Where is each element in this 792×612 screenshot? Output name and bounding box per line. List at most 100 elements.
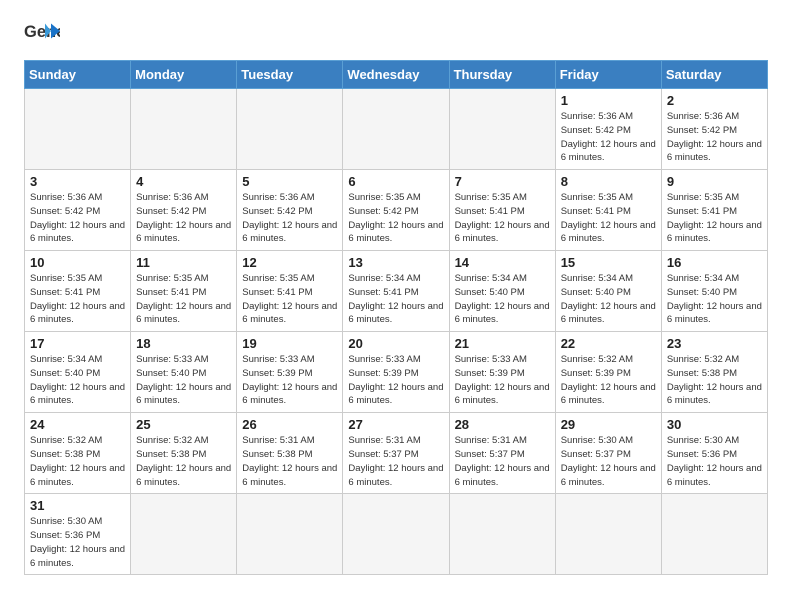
- calendar-cell: 1 Sunrise: 5:36 AM Sunset: 5:42 PM Daylig…: [555, 89, 661, 170]
- day-info: Sunrise: 5:35 AM Sunset: 5:41 PM Dayligh…: [455, 191, 550, 246]
- weekday-header-thursday: Thursday: [449, 61, 555, 89]
- calendar-cell: 17 Sunrise: 5:34 AM Sunset: 5:40 PM Dayli…: [25, 332, 131, 413]
- calendar-cell: 24Sunrise: 5:32 AM Sunset: 5:38 PM Dayli…: [25, 413, 131, 494]
- weekday-header-sunday: Sunday: [25, 61, 131, 89]
- day-info: Sunrise: 5:33 AM Sunset: 5:39 PM Dayligh…: [348, 353, 443, 408]
- day-info: Sunrise: 5:36 AM Sunset: 5:42 PM Dayligh…: [30, 191, 125, 246]
- day-info: Sunrise: 5:36 AM Sunset: 5:42 PM Dayligh…: [136, 191, 231, 246]
- calendar-cell: [449, 89, 555, 170]
- day-info: Sunrise: 5:31 AM Sunset: 5:38 PM Dayligh…: [242, 434, 337, 489]
- calendar-cell: 21 Sunrise: 5:33 AM Sunset: 5:39 PM Dayli…: [449, 332, 555, 413]
- day-info: Sunrise: 5:34 AM Sunset: 5:40 PM Dayligh…: [561, 272, 656, 327]
- logo: General: [24, 20, 64, 48]
- day-info: Sunrise: 5:34 AM Sunset: 5:40 PM Dayligh…: [667, 272, 762, 327]
- day-number: 25: [136, 417, 231, 432]
- day-number: 2: [667, 93, 762, 108]
- day-number: 7: [455, 174, 550, 189]
- calendar-cell: 6 Sunrise: 5:35 AM Sunset: 5:42 PM Daylig…: [343, 170, 449, 251]
- day-number: 26: [242, 417, 337, 432]
- day-info: Sunrise: 5:34 AM Sunset: 5:41 PM Dayligh…: [348, 272, 443, 327]
- day-number: 17: [30, 336, 125, 351]
- day-info: Sunrise: 5:30 AM Sunset: 5:36 PM Dayligh…: [30, 515, 125, 570]
- calendar-table: SundayMondayTuesdayWednesdayThursdayFrid…: [24, 60, 768, 575]
- calendar-cell: 23 Sunrise: 5:32 AM Sunset: 5:38 PM Dayli…: [661, 332, 767, 413]
- calendar-cell: 7 Sunrise: 5:35 AM Sunset: 5:41 PM Daylig…: [449, 170, 555, 251]
- day-number: 12: [242, 255, 337, 270]
- calendar-cell: [237, 494, 343, 575]
- day-info: Sunrise: 5:35 AM Sunset: 5:42 PM Dayligh…: [348, 191, 443, 246]
- calendar-cell: [555, 494, 661, 575]
- day-number: 15: [561, 255, 656, 270]
- day-info: Sunrise: 5:34 AM Sunset: 5:40 PM Dayligh…: [455, 272, 550, 327]
- calendar-header: General: [24, 20, 768, 48]
- day-info: Sunrise: 5:33 AM Sunset: 5:39 PM Dayligh…: [242, 353, 337, 408]
- day-info: Sunrise: 5:35 AM Sunset: 5:41 PM Dayligh…: [667, 191, 762, 246]
- day-number: 30: [667, 417, 762, 432]
- day-info: Sunrise: 5:34 AM Sunset: 5:40 PM Dayligh…: [30, 353, 125, 408]
- day-info: Sunrise: 5:30 AM Sunset: 5:36 PM Dayligh…: [667, 434, 762, 489]
- calendar-cell: 12 Sunrise: 5:35 AM Sunset: 5:41 PM Dayli…: [237, 251, 343, 332]
- calendar-cell: 14 Sunrise: 5:34 AM Sunset: 5:40 PM Dayli…: [449, 251, 555, 332]
- day-info: Sunrise: 5:32 AM Sunset: 5:39 PM Dayligh…: [561, 353, 656, 408]
- calendar-cell: 13Sunrise: 5:34 AM Sunset: 5:41 PM Dayli…: [343, 251, 449, 332]
- day-number: 14: [455, 255, 550, 270]
- calendar-cell: 8Sunrise: 5:35 AM Sunset: 5:41 PM Daylig…: [555, 170, 661, 251]
- day-info: Sunrise: 5:32 AM Sunset: 5:38 PM Dayligh…: [136, 434, 231, 489]
- calendar-cell: [449, 494, 555, 575]
- day-number: 23: [667, 336, 762, 351]
- day-number: 9: [667, 174, 762, 189]
- day-number: 18: [136, 336, 231, 351]
- day-info: Sunrise: 5:36 AM Sunset: 5:42 PM Dayligh…: [667, 110, 762, 165]
- day-number: 5: [242, 174, 337, 189]
- calendar-cell: [25, 89, 131, 170]
- calendar-cell: 2 Sunrise: 5:36 AM Sunset: 5:42 PM Daylig…: [661, 89, 767, 170]
- calendar-cell: 25 Sunrise: 5:32 AM Sunset: 5:38 PM Dayli…: [131, 413, 237, 494]
- calendar-cell: 22Sunrise: 5:32 AM Sunset: 5:39 PM Dayli…: [555, 332, 661, 413]
- day-number: 1: [561, 93, 656, 108]
- calendar-cell: [237, 89, 343, 170]
- day-number: 3: [30, 174, 125, 189]
- day-number: 10: [30, 255, 125, 270]
- calendar-cell: 18Sunrise: 5:33 AM Sunset: 5:40 PM Dayli…: [131, 332, 237, 413]
- day-info: Sunrise: 5:36 AM Sunset: 5:42 PM Dayligh…: [242, 191, 337, 246]
- calendar-cell: 16 Sunrise: 5:34 AM Sunset: 5:40 PM Dayli…: [661, 251, 767, 332]
- calendar-cell: 29 Sunrise: 5:30 AM Sunset: 5:37 PM Dayli…: [555, 413, 661, 494]
- calendar-cell: 5 Sunrise: 5:36 AM Sunset: 5:42 PM Daylig…: [237, 170, 343, 251]
- day-number: 29: [561, 417, 656, 432]
- day-number: 6: [348, 174, 443, 189]
- calendar-cell: 15 Sunrise: 5:34 AM Sunset: 5:40 PM Dayli…: [555, 251, 661, 332]
- day-number: 11: [136, 255, 231, 270]
- day-number: 8: [561, 174, 656, 189]
- calendar-cell: 4Sunrise: 5:36 AM Sunset: 5:42 PM Daylig…: [131, 170, 237, 251]
- day-info: Sunrise: 5:31 AM Sunset: 5:37 PM Dayligh…: [455, 434, 550, 489]
- day-number: 21: [455, 336, 550, 351]
- day-number: 16: [667, 255, 762, 270]
- calendar-cell: 10Sunrise: 5:35 AM Sunset: 5:41 PM Dayli…: [25, 251, 131, 332]
- weekday-header-saturday: Saturday: [661, 61, 767, 89]
- day-info: Sunrise: 5:30 AM Sunset: 5:37 PM Dayligh…: [561, 434, 656, 489]
- day-number: 28: [455, 417, 550, 432]
- calendar-cell: 31 Sunrise: 5:30 AM Sunset: 5:36 PM Dayli…: [25, 494, 131, 575]
- weekday-header-friday: Friday: [555, 61, 661, 89]
- day-number: 24: [30, 417, 125, 432]
- day-number: 19: [242, 336, 337, 351]
- calendar-cell: 30 Sunrise: 5:30 AM Sunset: 5:36 PM Dayli…: [661, 413, 767, 494]
- day-number: 27: [348, 417, 443, 432]
- day-number: 31: [30, 498, 125, 513]
- calendar-cell: 11Sunrise: 5:35 AM Sunset: 5:41 PM Dayli…: [131, 251, 237, 332]
- calendar-cell: 20 Sunrise: 5:33 AM Sunset: 5:39 PM Dayli…: [343, 332, 449, 413]
- weekday-header-wednesday: Wednesday: [343, 61, 449, 89]
- day-info: Sunrise: 5:31 AM Sunset: 5:37 PM Dayligh…: [348, 434, 443, 489]
- weekday-header-tuesday: Tuesday: [237, 61, 343, 89]
- calendar-cell: 26 Sunrise: 5:31 AM Sunset: 5:38 PM Dayli…: [237, 413, 343, 494]
- day-number: 20: [348, 336, 443, 351]
- calendar-cell: [661, 494, 767, 575]
- day-info: Sunrise: 5:36 AM Sunset: 5:42 PM Dayligh…: [561, 110, 656, 165]
- weekday-header-monday: Monday: [131, 61, 237, 89]
- day-info: Sunrise: 5:32 AM Sunset: 5:38 PM Dayligh…: [667, 353, 762, 408]
- logo-icon: General: [24, 20, 60, 48]
- day-info: Sunrise: 5:33 AM Sunset: 5:39 PM Dayligh…: [455, 353, 550, 408]
- calendar-cell: 27 Sunrise: 5:31 AM Sunset: 5:37 PM Dayli…: [343, 413, 449, 494]
- calendar-cell: [131, 89, 237, 170]
- day-info: Sunrise: 5:35 AM Sunset: 5:41 PM Dayligh…: [242, 272, 337, 327]
